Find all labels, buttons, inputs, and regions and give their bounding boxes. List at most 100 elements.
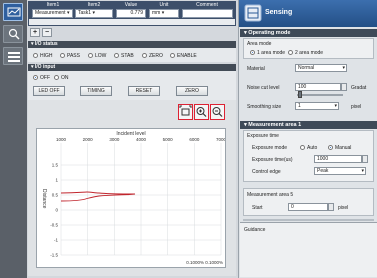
material-label: Material xyxy=(247,66,265,72)
led-enable xyxy=(170,53,175,58)
radio-on[interactable] xyxy=(54,75,59,80)
noise-cut-slider-thumb[interactable] xyxy=(298,91,302,98)
noise-cut-input[interactable]: 100 xyxy=(295,83,341,91)
measurement-area-header[interactable]: ▾ Measurement area 1 xyxy=(240,121,377,129)
label-high: HIGH xyxy=(40,53,53,59)
search-tool-button[interactable] xyxy=(3,25,23,43)
area-mode-box: Area mode 1 area mode 2 area mode xyxy=(243,38,374,59)
start-spinner[interactable] xyxy=(328,203,334,211)
label-low: LOW xyxy=(95,53,107,59)
radio-on-label: ON xyxy=(61,75,69,81)
fit-view-icon xyxy=(179,105,192,116)
label-pass: PASS xyxy=(67,53,80,59)
radio-manual-label: Manual xyxy=(335,145,352,151)
io-status-title: I/O status xyxy=(34,41,58,47)
start-label: Start xyxy=(252,205,263,211)
noise-cut-spinner[interactable] xyxy=(341,83,347,91)
io-input-header[interactable]: ▾ I/O input xyxy=(28,64,236,71)
col-unit: Unit xyxy=(159,2,169,8)
col-value: Value xyxy=(124,2,138,8)
area-mode-label: Area mode xyxy=(247,41,272,47)
timing-button[interactable]: TIMING xyxy=(80,86,112,96)
radio-1-area[interactable] xyxy=(250,50,255,55)
operating-mode-header[interactable]: ▾ Operating mode xyxy=(240,29,377,37)
zoom-out-icon xyxy=(212,107,223,117)
x-ticks: 1000 2000 3000 4000 5000 6000 7000 xyxy=(56,137,227,142)
x-tick-label: 3000 xyxy=(109,137,120,142)
value-field: 0.779 xyxy=(116,9,146,18)
sensing-icon xyxy=(244,4,262,22)
measurement-area-title: Measurement area 1 xyxy=(248,122,302,128)
add-row-button[interactable]: + xyxy=(30,28,40,37)
reset-button[interactable]: RESET xyxy=(128,86,160,96)
radio-off[interactable] xyxy=(33,75,38,80)
unit-select[interactable]: mm ▾ xyxy=(149,9,179,18)
exposure-time-box: Exposure time Exposure mode Auto Manual … xyxy=(243,130,374,182)
profile-curve xyxy=(60,191,136,202)
exposure-time-input[interactable]: 1000 xyxy=(314,155,362,163)
control-edge-label: Control edge xyxy=(252,169,281,175)
led-pass xyxy=(60,53,65,58)
measurement-area5-label: Measurement area 5 xyxy=(247,192,294,198)
panel-scrollbar[interactable] xyxy=(243,219,374,221)
x-tick-label: 5000 xyxy=(163,137,174,142)
y-tick-label: 1.5 xyxy=(52,163,59,168)
x-tick-label: 4000 xyxy=(136,137,147,142)
radio-manual[interactable] xyxy=(328,145,333,150)
search-icon xyxy=(8,28,20,40)
list-settings-icon xyxy=(8,52,20,62)
exposure-time-spinner[interactable] xyxy=(362,155,368,163)
col-item1: Item1 xyxy=(46,2,60,8)
y-tick-label: 0.5 xyxy=(52,193,59,198)
zoom-out-button[interactable] xyxy=(210,104,225,120)
noise-cut-slider[interactable] xyxy=(297,94,343,96)
radio-2-area[interactable] xyxy=(288,50,293,55)
chevron-down-icon: ▾ xyxy=(342,65,345,71)
io-input-title: I/O input xyxy=(34,64,56,70)
zero-button[interactable]: ZERO xyxy=(176,86,208,96)
radio-auto-label: Auto xyxy=(307,145,318,151)
radio-1-area-label: 1 area mode xyxy=(257,50,286,56)
header-empty-row xyxy=(29,19,235,25)
io-status-header[interactable]: ▾ I/O status xyxy=(28,41,236,48)
sensing-title: Sensing xyxy=(265,9,293,16)
chevron-down-icon: ▾ xyxy=(361,168,364,174)
col-item2: Item2 xyxy=(87,2,101,8)
control-edge-select[interactable]: Peak ▾ xyxy=(314,167,366,175)
operating-mode-title: Operating mode xyxy=(248,30,291,36)
radio-auto[interactable] xyxy=(300,145,305,150)
sensing-panel: Sensing ▾ Operating mode Area mode 1 are… xyxy=(238,0,377,278)
radio-2-area-label: 2 area mode xyxy=(295,50,324,56)
label-enable: ENABLE xyxy=(177,53,197,59)
profile-plot[interactable]: Incident level 1000 2000 3000 4000 5000 6000 7… xyxy=(36,128,227,268)
remove-row-button[interactable]: − xyxy=(42,28,52,37)
fit-view-button[interactable] xyxy=(178,104,193,120)
chevron-down-icon: ▾ xyxy=(334,103,337,109)
led-off-button[interactable]: LED OFF xyxy=(33,86,65,96)
zoom-in-button[interactable] xyxy=(194,104,209,120)
item2-select[interactable]: Task1 ▾ xyxy=(75,9,113,18)
led-zero xyxy=(142,53,147,58)
smoothing-value: 1 xyxy=(298,103,301,109)
label-stab: STAB xyxy=(121,53,134,59)
settings-tool-button[interactable] xyxy=(3,47,23,65)
profile-graph-svg: Incident level 1000 2000 3000 4000 5000 6000 7… xyxy=(41,131,227,265)
smoothing-label: Smoothing size xyxy=(247,104,282,110)
start-unit: pixel xyxy=(338,205,349,211)
start-input[interactable]: 0 xyxy=(288,203,328,211)
material-select[interactable]: Normal ▾ xyxy=(295,64,347,72)
sensing-title-bar: Sensing xyxy=(239,0,377,27)
y-tick-label: 0 xyxy=(55,208,58,213)
item1-select[interactable]: Measurement ▾ xyxy=(32,9,73,18)
y-ticks: 1.5 1 0.5 0 -0.5 -1 -1.5 xyxy=(50,163,58,258)
left-toolbar xyxy=(0,0,27,278)
io-status-panel: HIGH PASS LOW STAB ZERO ENABLE xyxy=(28,48,236,62)
smoothing-select[interactable]: 1 ▾ xyxy=(295,102,339,110)
y-tick-label: -1.5 xyxy=(50,253,58,258)
monitor-tool-button[interactable] xyxy=(3,3,23,21)
comment-field[interactable] xyxy=(182,9,233,18)
smoothing-unit: pixel xyxy=(351,104,362,110)
graph-footer: 0.1000% 0.1000% xyxy=(186,260,223,265)
guidance-label: Guidance xyxy=(244,227,266,233)
x-tick-label: 7000 xyxy=(216,137,225,142)
